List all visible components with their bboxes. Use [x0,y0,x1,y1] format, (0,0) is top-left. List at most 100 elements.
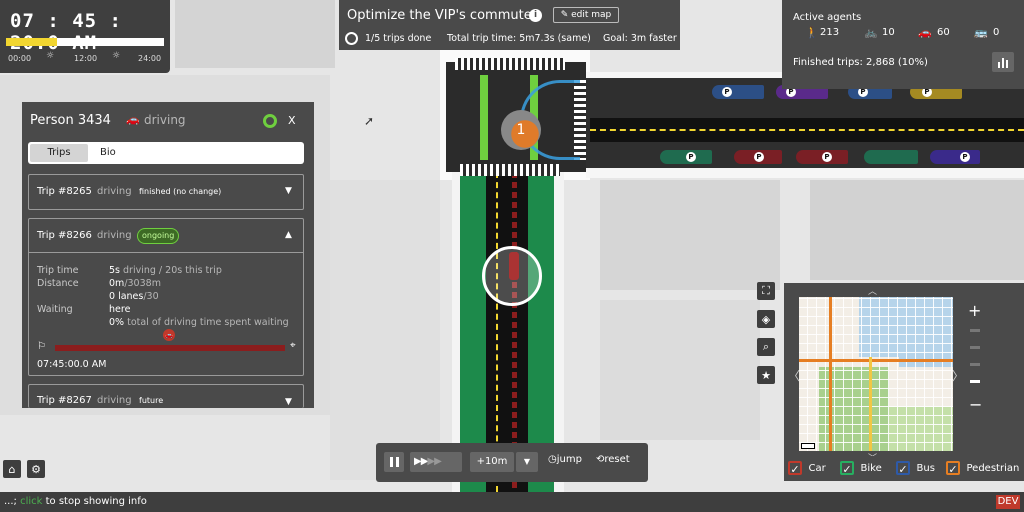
legend-car[interactable]: ✓ Car [788,461,826,476]
chart-icon[interactable] [992,52,1014,72]
chevron-down-icon[interactable]: ▼ [285,397,292,407]
legend-bus[interactable]: ✓ Bus [896,461,935,476]
edit-map-label: edit map [571,10,612,20]
person-tabs: Trips Bio [28,142,304,164]
zoom-level-current[interactable] [970,380,980,383]
target-icon [345,32,358,45]
sunrise-icon: ☼ [46,51,55,61]
wrench-icon: ✎ [560,10,572,20]
lanes-value: 0 lanes [109,291,144,302]
minimap-panel: ︿ 〈 〉 ﹀ + − [784,283,1024,481]
checkbox-icon[interactable]: ✓ [840,461,854,476]
trip-status: finished (no change) [139,187,222,196]
locate-icon[interactable] [263,114,277,128]
trip-row[interactable]: Trip #8267 driving future ▼ [28,384,304,408]
chevron-up-icon[interactable]: ▲ [285,230,292,240]
intersection-marker[interactable]: 1 [501,110,541,150]
chevron-down-icon[interactable]: ▼ [516,452,538,472]
legend-bike[interactable]: ✓ Bike [840,461,882,476]
tab-bio[interactable]: Bio [100,144,140,162]
close-button[interactable]: X [288,114,296,127]
pause-icon [389,457,393,467]
legend-label: Pedestrian [966,463,1020,474]
home-icon[interactable]: ⌂ [3,460,21,478]
person-info-panel: Person 3434 🚗 driving X Trips Bio Trip #… [22,102,314,408]
challenge-title: Optimize the VIP's commute [347,8,532,23]
checkbox-icon[interactable]: ✓ [946,461,960,476]
goal-text: Goal: 3m faster [603,33,677,44]
parked-car [930,150,980,164]
reset-label: reset [604,454,630,465]
jump-button[interactable]: ◷jump [548,454,582,465]
status-bar: ...; click to stop showing info DEV [0,492,1024,512]
agent-legend: ✓ Car ✓ Bike ✓ Bus ✓ Pedestrian [784,456,1024,481]
speed-selector[interactable]: ▶▶▶▶ [410,452,462,472]
legend-label: Bike [860,463,882,474]
pause-button[interactable] [384,452,404,472]
search-icon[interactable]: ⌕ [757,338,775,356]
edit-map-button[interactable]: ✎ edit map [553,7,619,23]
trip-row[interactable]: Trip #8265 driving finished (no change) … [28,174,304,210]
jump-amount[interactable]: +10m [470,452,514,472]
fullscreen-icon[interactable]: ⛶ [757,282,775,300]
zoom-level-tick[interactable] [970,329,980,332]
checkbox-icon[interactable]: ✓ [896,461,910,476]
trip-header[interactable]: Trip #8266 driving ongoing ▲ [29,219,303,253]
car-icon: 🚗 [918,26,932,39]
waiting-value: here [109,304,131,315]
zoom-level-tick[interactable] [970,363,980,366]
day-progress-bar [6,38,164,46]
jump-label: jump [556,454,582,465]
speed-controls: ▶▶▶▶ +10m ▼ ◷jump ⟲reset [376,443,648,482]
parking-icon: P [754,152,764,162]
parked-car [864,150,918,164]
trip-mode: driving [97,230,132,241]
finished-trips: Finished trips: 2,868 (10%) [793,57,928,68]
time-label-end: 24:00 [138,54,162,63]
lanes-total: /30 [143,291,159,302]
destination-pin-icon: ⌖ [290,340,296,351]
distance-total: /3038m [124,278,161,289]
info-icon[interactable]: i [529,9,542,22]
waiting-detail: total of driving time spent waiting [124,317,289,328]
minimap[interactable] [799,297,953,451]
distance-value: 0m [109,278,125,289]
trip-status: future [139,396,164,405]
checkbox-icon[interactable]: ✓ [788,461,802,476]
status-prefix: ...; [4,496,21,507]
parking-icon: P [822,152,832,162]
click-link[interactable]: click [20,496,42,507]
star-icon[interactable]: ★ [757,366,775,384]
pan-up-icon[interactable]: ︿ [868,284,877,297]
legend-pedestrian[interactable]: ✓ Pedestrian [946,461,1020,476]
zoom-level-tick[interactable] [970,346,980,349]
parking-icon: P [960,152,970,162]
tab-trips[interactable]: Trips [30,144,88,162]
pan-right-icon[interactable]: 〉 [952,367,964,384]
time-label-mid: 12:00 [74,54,98,63]
driving-count: 60 [937,27,950,38]
parking-icon: P [686,152,696,162]
status-badge: ongoing [137,228,180,244]
layers-icon[interactable]: ◈ [757,310,775,328]
agents-title: Active agents [793,12,862,23]
car-icon: 🚗 [126,113,140,126]
day-progress-fill [6,38,57,46]
sunset-icon: ☼ [112,51,121,61]
status-text: to stop showing info [42,496,147,507]
settings-icon[interactable]: ⚙ [27,460,45,478]
zoom-out-icon[interactable]: − [969,395,982,414]
time-panel: 07 : 45 : 20.0 AM 00:00 ☼ 12:00 ☼ 24:00 [0,0,170,73]
zoom-in-icon[interactable]: + [968,301,981,320]
start-flag-icon: ⚐ [37,341,46,352]
trip-time-value: 5s [109,265,120,276]
trip-progress-bar [55,345,285,351]
chevron-down-icon[interactable]: ▼ [285,186,292,196]
reset-button[interactable]: ⟲reset [596,454,630,465]
selected-car[interactable] [509,252,519,280]
trip-row-expanded: Trip #8266 driving ongoing ▲ Trip time 5… [28,218,304,376]
total-trip-time: Total trip time: 5m7.3s (same) [447,33,591,44]
pedestrian-icon: 🚶 [805,26,819,39]
walking-count: 213 [820,27,840,38]
trip-mode: driving [97,186,132,197]
